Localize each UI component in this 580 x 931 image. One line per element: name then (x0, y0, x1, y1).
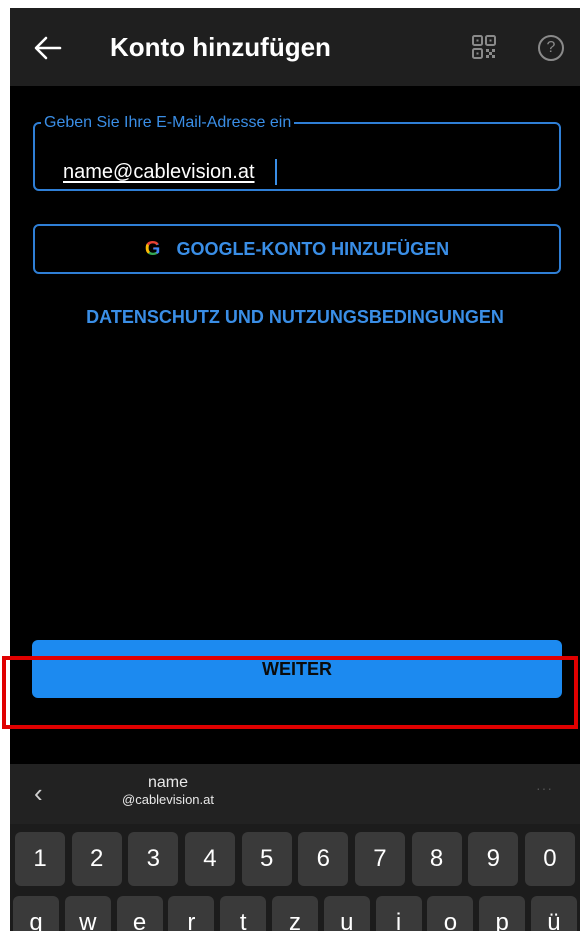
key[interactable]: 0 (524, 832, 575, 886)
google-button-label: GOOGLE-KONTO HINZUFÜGEN (176, 238, 450, 259)
key[interactable]: 5 (241, 832, 292, 886)
help-button[interactable]: ? (538, 35, 564, 61)
keyboard-suggestion-bar: ‹ name @cablevision.at ··· (10, 764, 580, 824)
qr-code-button[interactable] (471, 34, 497, 60)
google-icon: G (145, 238, 161, 260)
suggestion-domain: @cablevision.at (122, 792, 214, 807)
qr-code-icon (472, 35, 496, 59)
email-field-label: Geben Sie Ihre E-Mail-Adresse ein (44, 114, 292, 131)
key[interactable]: z (271, 896, 318, 931)
key[interactable]: w (64, 896, 111, 931)
key[interactable]: q (13, 896, 59, 931)
key[interactable]: 3 (128, 832, 179, 886)
chevron-left-icon[interactable]: ‹ (34, 778, 43, 808)
more-options-icon[interactable]: ··· (536, 780, 553, 796)
app-bar: Konto hinzufügen ? (10, 8, 580, 86)
key[interactable]: o (427, 896, 474, 931)
suggestion-text: name (147, 774, 189, 791)
key[interactable]: ü (530, 896, 577, 931)
continue-button[interactable]: WEITER (32, 640, 562, 698)
key[interactable]: 7 (354, 832, 405, 886)
key[interactable]: 6 (298, 832, 349, 886)
key[interactable]: e (116, 896, 163, 931)
key[interactable]: u (323, 896, 370, 931)
letter-key-row: q w e r t z u i o p ü (13, 896, 577, 931)
keyboard-suggestion[interactable]: name @cablevision.at (88, 774, 248, 808)
back-button[interactable] (30, 30, 66, 66)
text-cursor (275, 159, 277, 185)
keyboard: ‹ name @cablevision.at ··· 1 2 3 4 5 6 7… (10, 764, 580, 931)
privacy-terms-link[interactable]: DATENSCHUTZ UND NUTZUNGSBEDINGUNGEN (10, 304, 580, 330)
key[interactable]: t (220, 896, 267, 931)
arrow-left-icon (34, 36, 62, 60)
email-field: Geben Sie Ihre E-Mail-Adresse ein (33, 115, 561, 191)
screen: Konto hinzufügen ? Geben Sie Ihre E-Mail… (10, 8, 580, 931)
key[interactable]: r (168, 896, 215, 931)
add-google-account-button[interactable]: G GOOGLE-KONTO HINZUFÜGEN (33, 224, 561, 274)
key[interactable]: p (479, 896, 526, 931)
key[interactable]: 2 (71, 832, 122, 886)
google-icon-letter: G (144, 238, 161, 260)
page-title: Konto hinzufügen (110, 32, 331, 62)
key[interactable]: 9 (468, 832, 519, 886)
key[interactable]: i (375, 896, 422, 931)
key[interactable]: 1 (15, 832, 65, 886)
help-circle-icon: ? (546, 39, 556, 56)
key[interactable]: 8 (411, 832, 462, 886)
number-key-row: 1 2 3 4 5 6 7 8 9 0 (15, 832, 575, 886)
email-input[interactable] (63, 157, 523, 187)
key[interactable]: 4 (184, 832, 235, 886)
